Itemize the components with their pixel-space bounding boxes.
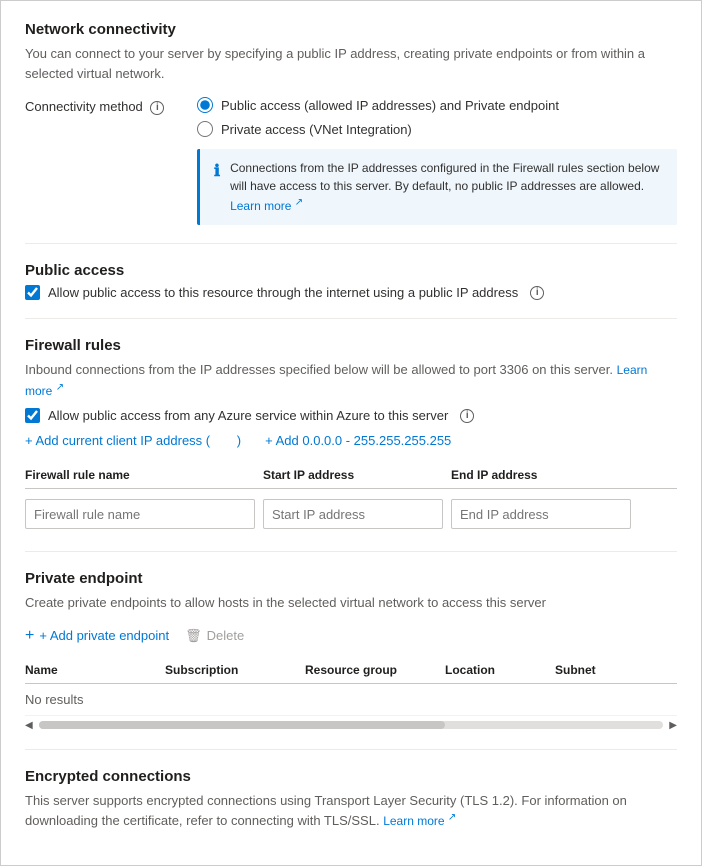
- scroll-right-arrow[interactable]: ▶: [669, 720, 677, 731]
- public-access-title: Public access: [25, 262, 677, 279]
- firewall-rules-title: Firewall rules: [25, 337, 677, 354]
- add-client-ip-link[interactable]: + Add current client IP address ( ): [25, 433, 241, 448]
- public-access-checkbox-label: Allow public access to this resource thr…: [48, 285, 518, 300]
- connectivity-options: Public access (allowed IP addresses) and…: [197, 97, 677, 225]
- radio-private-access[interactable]: Private access (VNet Integration): [197, 121, 677, 137]
- network-connectivity-desc: You can connect to your server by specif…: [25, 44, 677, 83]
- radio-public-label: Public access (allowed IP addresses) and…: [221, 98, 559, 113]
- info-box-icon: ℹ: [214, 160, 220, 215]
- private-endpoint-action-bar: + + Add private endpoint 🗑 Delete: [25, 627, 677, 645]
- divider-1: [25, 243, 677, 244]
- add-icon: +: [25, 627, 34, 645]
- radio-private-input[interactable]: [197, 121, 213, 137]
- firewall-name-input[interactable]: [25, 499, 255, 529]
- firewall-rules-section: Firewall rules Inbound connections from …: [25, 337, 677, 533]
- info-box-text: Connections from the IP addresses config…: [230, 161, 659, 193]
- info-box: ℹ Connections from the IP addresses conf…: [197, 149, 677, 225]
- pe-col-name: Name: [25, 663, 165, 677]
- radio-public-input[interactable]: [197, 97, 213, 113]
- divider-3: [25, 551, 677, 552]
- connectivity-method-label: Connectivity method: [25, 99, 143, 114]
- scroll-thumb: [39, 721, 445, 729]
- divider-2: [25, 318, 677, 319]
- firewall-learn-more-icon: ↗: [56, 382, 64, 393]
- firewall-table-header: Firewall rule name Start IP address End …: [25, 462, 677, 489]
- pe-no-results: No results: [25, 692, 165, 707]
- delete-icon: 🗑: [185, 628, 202, 644]
- firewall-col-start-ip: Start IP address: [263, 468, 443, 482]
- network-connectivity-title: Network connectivity: [25, 21, 677, 38]
- connectivity-method-info-icon[interactable]: i: [150, 101, 164, 115]
- pe-col-subnet: Subnet: [555, 663, 677, 677]
- radio-public-access[interactable]: Public access (allowed IP addresses) and…: [197, 97, 677, 113]
- azure-service-checkbox-row[interactable]: Allow public access from any Azure servi…: [25, 408, 677, 423]
- private-endpoint-table: Name Subscription Resource group Locatio…: [25, 657, 677, 716]
- encrypted-connections-title: Encrypted connections: [25, 768, 677, 785]
- encrypted-learn-more-link[interactable]: Learn more ↗: [383, 814, 456, 828]
- pe-col-location: Location: [445, 663, 555, 677]
- private-endpoint-desc: Create private endpoints to allow hosts …: [25, 593, 677, 613]
- start-ip-input[interactable]: [263, 499, 443, 529]
- delete-button[interactable]: 🗑 Delete: [185, 628, 244, 644]
- radio-private-label: Private access (VNet Integration): [221, 122, 412, 137]
- azure-service-checkbox[interactable]: [25, 408, 40, 423]
- radio-group: Public access (allowed IP addresses) and…: [197, 97, 677, 137]
- public-access-section: Public access Allow public access to thi…: [25, 262, 677, 300]
- azure-service-label: Allow public access from any Azure servi…: [48, 408, 448, 423]
- info-box-content: Connections from the IP addresses config…: [230, 159, 663, 215]
- add-private-endpoint-button[interactable]: + + Add private endpoint: [25, 627, 169, 645]
- firewall-table: Firewall rule name Start IP address End …: [25, 462, 677, 533]
- firewall-col-name: Firewall rule name: [25, 468, 255, 482]
- network-connectivity-section: Network connectivity You can connect to …: [25, 21, 677, 225]
- firewall-rules-desc: Inbound connections from the IP addresse…: [25, 360, 677, 400]
- scroll-track[interactable]: [39, 721, 664, 729]
- pe-col-resource-group: Resource group: [305, 663, 445, 677]
- divider-4: [25, 749, 677, 750]
- pe-table-header: Name Subscription Resource group Locatio…: [25, 657, 677, 684]
- encrypted-connections-section: Encrypted connections This server suppor…: [25, 768, 677, 831]
- info-box-learn-more-link[interactable]: Learn more ↗: [230, 199, 303, 213]
- scroll-bar-container: ◀ ▶: [25, 720, 677, 731]
- firewall-col-end-ip: End IP address: [451, 468, 631, 482]
- add-all-range-link[interactable]: + Add 0.0.0.0 - 255.255.255.255: [265, 433, 451, 448]
- scroll-left-arrow[interactable]: ◀: [25, 720, 33, 731]
- learn-more-external-icon: ↗: [295, 197, 303, 208]
- encrypted-connections-desc: This server supports encrypted connectio…: [25, 791, 677, 831]
- add-links-row: + Add current client IP address ( ) + Ad…: [25, 433, 677, 448]
- public-access-checkbox[interactable]: [25, 285, 40, 300]
- private-endpoint-section: Private endpoint Create private endpoint…: [25, 570, 677, 731]
- public-access-checkbox-row[interactable]: Allow public access to this resource thr…: [25, 285, 677, 300]
- private-endpoint-title: Private endpoint: [25, 570, 677, 587]
- end-ip-input[interactable]: [451, 499, 631, 529]
- firewall-table-row-1: [25, 495, 677, 533]
- connectivity-method-row: Connectivity method i Public access (all…: [25, 97, 677, 225]
- pe-col-subscription: Subscription: [165, 663, 305, 677]
- public-access-info-icon[interactable]: i: [530, 286, 544, 300]
- azure-service-info-icon[interactable]: i: [460, 409, 474, 423]
- pe-no-results-row: No results: [25, 684, 677, 716]
- encrypted-learn-more-icon: ↗: [448, 812, 456, 823]
